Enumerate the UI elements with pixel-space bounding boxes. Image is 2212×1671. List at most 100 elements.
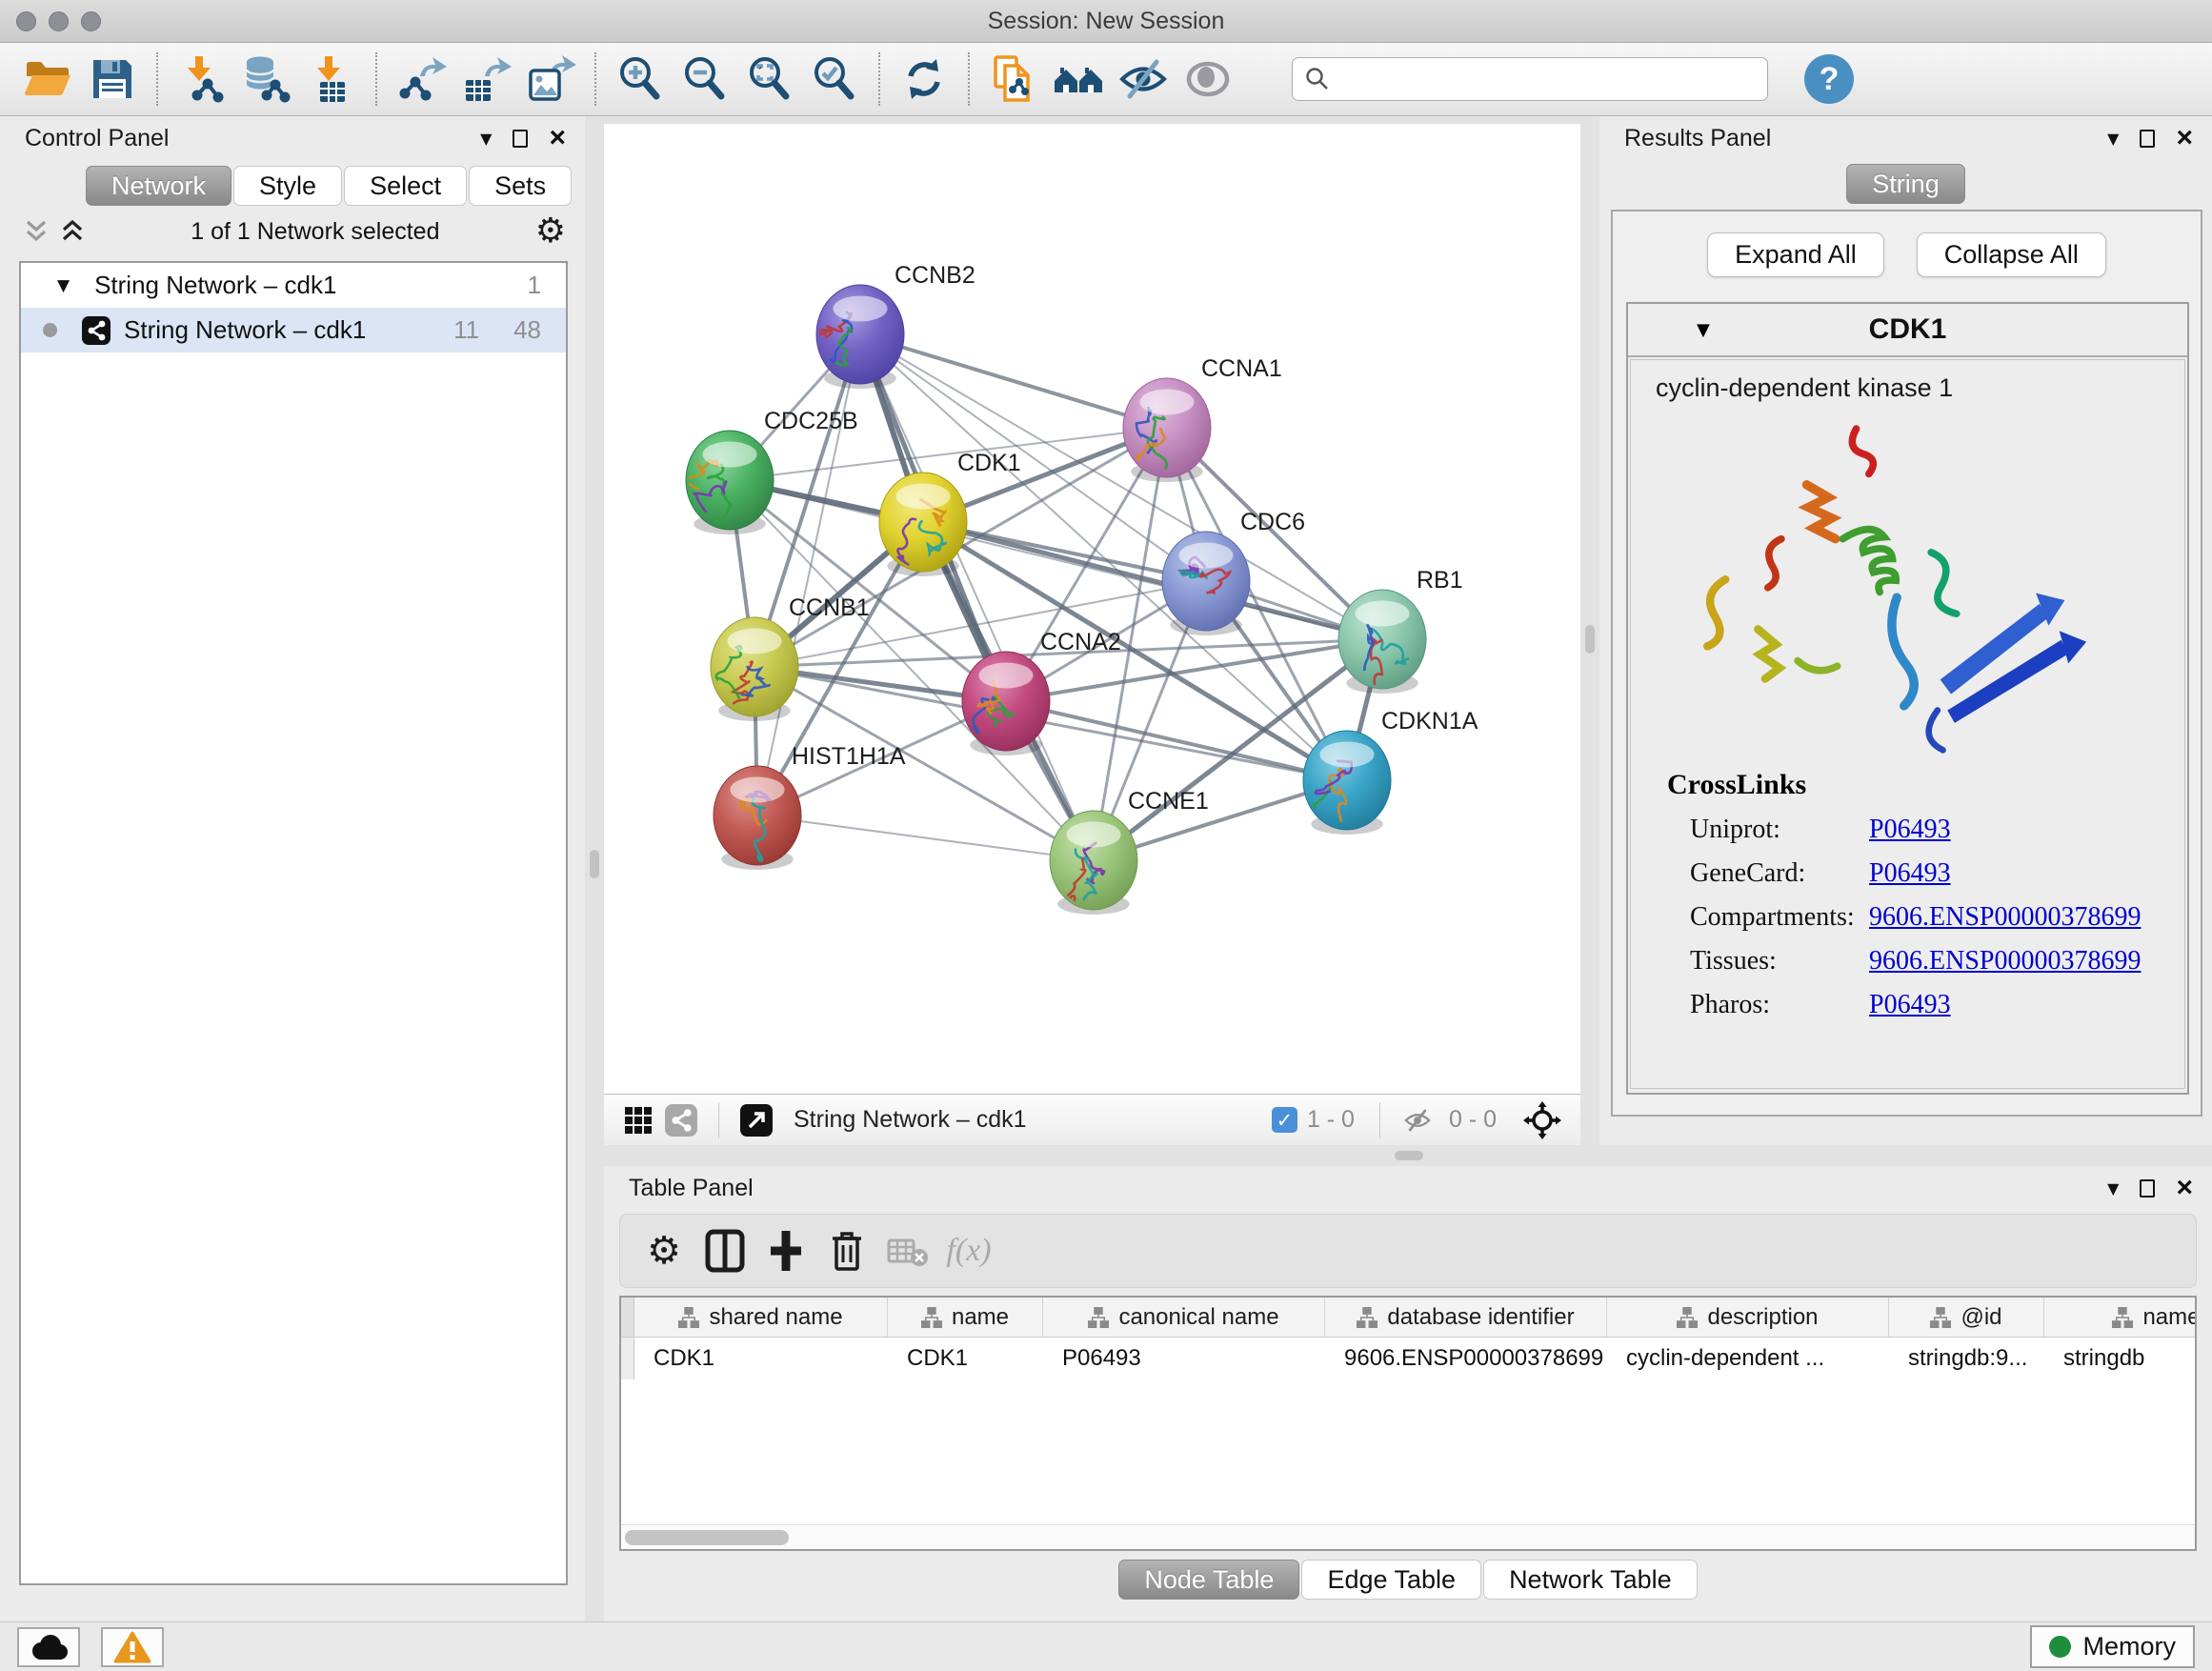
table-cell[interactable]: CDK1	[634, 1338, 888, 1379]
panel-close-icon[interactable]: ×	[549, 124, 566, 152]
panel-menu-icon[interactable]: ▼	[2107, 130, 2119, 148]
table-cell[interactable]: stringdb	[2044, 1338, 2197, 1379]
clone-network-button[interactable]	[986, 51, 1041, 107]
network-canvas[interactable]: CCNB2CCNA1CDC25BCDK1CDC6RB1CCNB1CCNA2CDK…	[604, 124, 1580, 1094]
import-network-from-file-button[interactable]	[174, 51, 230, 107]
table-cell[interactable]: P06493	[1043, 1338, 1325, 1379]
panel-float-icon[interactable]	[2140, 130, 2155, 148]
column-header--id[interactable]: @id	[1889, 1298, 2044, 1337]
network-edge[interactable]	[1006, 701, 1347, 780]
network-node[interactable]: CCNB2	[815, 262, 975, 389]
crosslink-link[interactable]: P06493	[1869, 990, 1951, 1020]
import-network-from-database-button[interactable]	[239, 51, 294, 107]
tree-expand-icon[interactable]: ▼	[57, 276, 70, 295]
collapse-card-icon[interactable]: ▼	[1697, 320, 1710, 340]
table-horizontal-scrollbar[interactable]	[621, 1524, 2195, 1549]
table-row[interactable]: CDK1CDK1P064939606.ENSP00000378699cyclin…	[621, 1338, 2195, 1379]
column-header-description[interactable]: description	[1607, 1298, 1889, 1337]
open-session-button[interactable]	[20, 51, 75, 107]
network-node[interactable]: CCNE1	[1050, 788, 1209, 915]
network-home-button[interactable]	[1051, 51, 1106, 107]
application-window: Session: New Session	[0, 0, 2212, 1671]
add-column-icon[interactable]	[761, 1226, 811, 1276]
expand-all-button[interactable]: Expand All	[1707, 232, 1884, 277]
protein-card-header[interactable]: ▼ CDK1	[1628, 304, 2187, 357]
export-table-button[interactable]	[458, 51, 513, 107]
network-node[interactable]: RB1	[1338, 567, 1463, 701]
panel-close-icon[interactable]: ×	[2176, 124, 2193, 152]
network-node[interactable]: CDKN1A	[1287, 708, 1478, 835]
splitter-handle[interactable]	[1395, 1151, 1423, 1160]
save-session-button[interactable]	[85, 51, 140, 107]
column-header-canonical-name[interactable]: canonical name	[1043, 1298, 1325, 1337]
table-cell[interactable]: 9606.ENSP00000378699	[1325, 1338, 1607, 1379]
network-edge[interactable]	[860, 334, 1094, 860]
hide-selected-button[interactable]	[1116, 51, 1171, 107]
import-table-from-file-button[interactable]	[304, 51, 359, 107]
network-row-selected[interactable]: String Network – cdk1 11 48	[21, 308, 566, 352]
crosslink-link[interactable]: P06493	[1869, 858, 1951, 889]
help-button[interactable]: ?	[1804, 54, 1854, 104]
zoom-selected-button[interactable]	[807, 51, 862, 107]
warnings-button[interactable]	[101, 1627, 164, 1667]
left-splitter[interactable]	[585, 116, 604, 1621]
search-input[interactable]	[1338, 66, 1756, 92]
memory-button[interactable]: Memory	[2030, 1625, 2195, 1668]
network-graph[interactable]: CCNB2CCNA1CDC25BCDK1CDC6RB1CCNB1CCNA2CDK…	[604, 124, 1580, 1094]
network-node[interactable]: HIST1H1A	[714, 743, 906, 873]
right-splitter[interactable]	[1580, 116, 1599, 1145]
show-columns-icon[interactable]	[700, 1226, 750, 1276]
open-in-window-icon[interactable]	[740, 1104, 773, 1137]
splitter-handle[interactable]	[1585, 625, 1595, 654]
panel-float-icon[interactable]	[513, 130, 528, 148]
splitter-handle[interactable]	[590, 850, 599, 878]
zoom-out-button[interactable]	[677, 51, 733, 107]
network-edge[interactable]	[757, 815, 1094, 860]
attribute-type-icon	[1357, 1307, 1377, 1328]
zoom-in-button[interactable]	[613, 51, 668, 107]
network-node[interactable]: CDK1	[879, 450, 1021, 576]
expand-all-networks-icon[interactable]	[59, 219, 86, 244]
panel-menu-icon[interactable]: ▼	[2107, 1179, 2119, 1198]
table-cell[interactable]: stringdb:9...	[1889, 1338, 2044, 1379]
tab-sets[interactable]: Sets	[469, 166, 572, 206]
delete-column-icon[interactable]	[822, 1226, 872, 1276]
horizontal-splitter[interactable]	[604, 1145, 2212, 1166]
export-network-button[interactable]	[393, 51, 449, 107]
network-edge[interactable]	[860, 334, 1167, 428]
collapse-all-networks-icon[interactable]	[23, 219, 50, 244]
collapse-all-button[interactable]: Collapse All	[1917, 232, 2106, 277]
export-image-button[interactable]	[523, 51, 578, 107]
cloud-status-button[interactable]	[17, 1627, 80, 1667]
tab-style[interactable]: Style	[233, 166, 342, 206]
tab-network-table[interactable]: Network Table	[1483, 1560, 1698, 1600]
panel-close-icon[interactable]: ×	[2176, 1174, 2193, 1202]
network-grid-toggle-icon[interactable]	[665, 1104, 697, 1137]
tab-edge-table[interactable]: Edge Table	[1301, 1560, 1481, 1600]
column-header-namespace[interactable]: namespace	[2044, 1298, 2197, 1337]
tab-string[interactable]: String	[1846, 164, 1965, 204]
column-header-database-identifier[interactable]: database identifier	[1325, 1298, 1607, 1337]
birds-eye-view-icon[interactable]	[623, 1105, 654, 1136]
zoom-fit-content-button[interactable]	[742, 51, 797, 107]
network-options-gear-icon[interactable]: ⚙	[535, 214, 566, 249]
table-cell[interactable]: cyclin-dependent ...	[1607, 1338, 1889, 1379]
show-hidden-button[interactable]	[1180, 51, 1236, 107]
scrollbar-thumb[interactable]	[625, 1530, 789, 1545]
column-header-name[interactable]: name	[888, 1298, 1043, 1337]
crosslink-link[interactable]: 9606.ENSP00000378699	[1869, 902, 2141, 933]
tab-node-table[interactable]: Node Table	[1118, 1560, 1299, 1600]
panel-menu-icon[interactable]: ▼	[480, 130, 492, 148]
crosslink-link[interactable]: 9606.ENSP00000378699	[1869, 946, 2141, 976]
table-cell[interactable]: CDK1	[888, 1338, 1043, 1379]
crosslink-link[interactable]: P06493	[1869, 815, 1951, 845]
column-header-shared-name[interactable]: shared name	[634, 1298, 888, 1337]
refresh-view-button[interactable]	[896, 51, 952, 107]
tab-network[interactable]: Network	[86, 166, 231, 206]
selected-checkbox-icon[interactable]: ✓	[1272, 1107, 1297, 1133]
fit-selected-crosshair-icon[interactable]	[1523, 1101, 1561, 1139]
table-options-gear-icon[interactable]: ⚙	[639, 1226, 689, 1276]
tab-select[interactable]: Select	[344, 166, 467, 206]
network-collection-row[interactable]: ▼ String Network – cdk1 1	[21, 263, 566, 308]
panel-float-icon[interactable]	[2140, 1179, 2155, 1198]
